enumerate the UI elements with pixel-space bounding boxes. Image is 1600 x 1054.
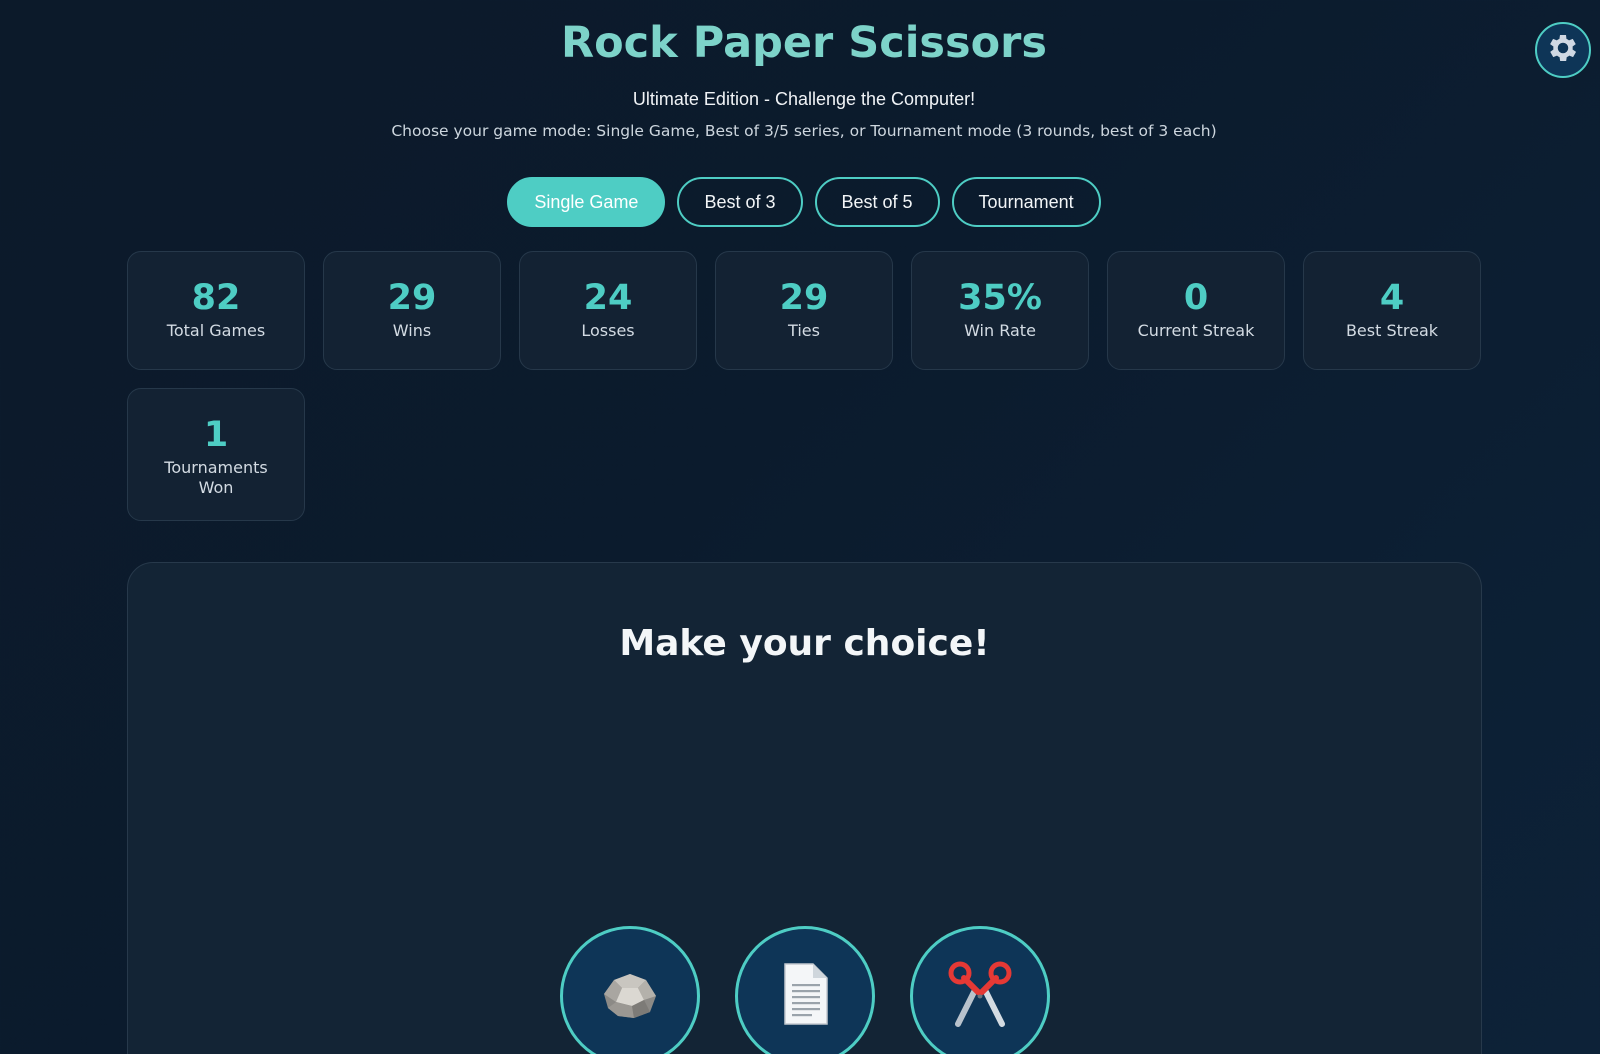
game-panel: Make your choice! <box>127 562 1482 1054</box>
mode-best-of-5-button[interactable]: Best of 5 <box>814 177 940 227</box>
mode-best-of-3-button[interactable]: Best of 3 <box>677 177 803 227</box>
stat-card-total-games: 82 Total Games <box>127 251 305 370</box>
stat-card-losses: 24 Losses <box>519 251 697 370</box>
paper-icon <box>769 958 841 1035</box>
stat-label: Total Games <box>166 321 266 340</box>
stat-label: Current Streak <box>1137 321 1255 340</box>
page-title: Rock Paper Scissors <box>561 18 1047 68</box>
mode-single-game-button[interactable]: Single Game <box>507 177 666 227</box>
rock-icon <box>594 958 666 1035</box>
stat-value: 29 <box>779 278 829 318</box>
stats-panel: 82 Total Games 29 Wins 24 Losses 29 Ties… <box>127 251 1483 521</box>
stat-card-ties: 29 Ties <box>715 251 893 370</box>
stat-card-win-rate: 35% Win Rate <box>911 251 1089 370</box>
stat-value: 0 <box>1183 278 1209 318</box>
game-mode-selector: Single Game Best of 3 Best of 5 Tourname… <box>0 177 1600 227</box>
stat-label: Losses <box>581 321 635 340</box>
stat-value: 82 <box>191 278 241 318</box>
paper-button[interactable] <box>734 926 875 1054</box>
mode-tournament-button[interactable]: Tournament <box>951 177 1101 227</box>
scissors-icon <box>944 958 1016 1035</box>
stat-value: 1 <box>203 415 229 455</box>
stat-value: 35% <box>958 278 1042 318</box>
stat-card-current-streak: 0 Current Streak <box>1107 251 1285 370</box>
rock-button[interactable] <box>559 926 700 1054</box>
stat-card-tournaments-won: 1 Tournaments Won <box>127 388 305 521</box>
choice-prompt: Make your choice! <box>619 623 990 664</box>
stat-value: 4 <box>1379 278 1405 318</box>
mode-description: Choose your game mode: Single Game, Best… <box>391 122 1217 140</box>
stat-label: Win Rate <box>964 321 1036 340</box>
stat-card-wins: 29 Wins <box>323 251 501 370</box>
stat-label: Ties <box>788 321 820 340</box>
stat-label: Wins <box>392 321 432 340</box>
stat-value: 24 <box>583 278 633 318</box>
page-subtitle: Ultimate Edition - Challenge the Compute… <box>632 89 976 109</box>
choice-buttons <box>128 926 1481 1054</box>
scissors-button[interactable] <box>909 926 1050 1054</box>
stat-label: Best Streak <box>1345 321 1439 340</box>
stat-card-best-streak: 4 Best Streak <box>1303 251 1481 370</box>
stat-value: 29 <box>387 278 437 318</box>
stat-label: Tournaments Won <box>164 458 268 497</box>
